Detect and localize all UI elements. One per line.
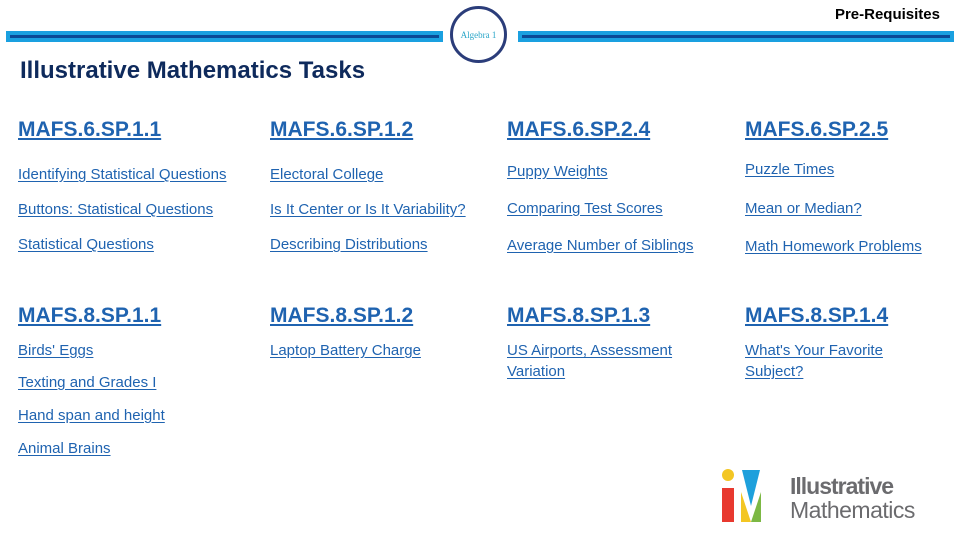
- course-badge-label: Algebra 1: [460, 29, 497, 40]
- task-link[interactable]: What's Your Favorite Subject?: [745, 340, 915, 382]
- standard-link[interactable]: MAFS.8.SP.1.4: [745, 304, 915, 328]
- standard-link[interactable]: MAFS.6.SP.2.5: [745, 118, 922, 142]
- illustrative-mathematics-logo: Illustrative Mathematics: [716, 468, 946, 528]
- task-link[interactable]: Describing Distributions: [270, 234, 466, 255]
- im-logo-mark-icon: [722, 469, 761, 522]
- standard-column: MAFS.8.SP.1.4 What's Your Favorite Subje…: [745, 304, 915, 382]
- standard-link[interactable]: MAFS.8.SP.1.2: [270, 304, 421, 328]
- header-divider-right: [518, 31, 954, 42]
- task-link[interactable]: Is It Center or Is It Variability?: [270, 199, 466, 220]
- task-link[interactable]: Comparing Test Scores: [507, 198, 694, 219]
- standard-column: MAFS.6.SP.1.1 Identifying Statistical Qu…: [18, 118, 226, 255]
- standard-column: MAFS.8.SP.1.2 Laptop Battery Charge: [270, 304, 421, 361]
- standard-link[interactable]: MAFS.6.SP.2.4: [507, 118, 694, 142]
- standard-link[interactable]: MAFS.8.SP.1.3: [507, 304, 717, 328]
- task-link[interactable]: Statistical Questions: [18, 234, 226, 255]
- standard-column: MAFS.8.SP.1.1 Birds' Eggs Texting and Gr…: [18, 304, 165, 459]
- task-link[interactable]: US Airports, Assessment Variation: [507, 340, 717, 382]
- standard-column: MAFS.6.SP.2.5 Puzzle Times Mean or Media…: [745, 118, 922, 257]
- prerequisites-label: Pre-Requisites: [834, 6, 940, 23]
- standard-column: MAFS.6.SP.2.4 Puppy Weights Comparing Te…: [507, 118, 694, 256]
- task-link[interactable]: Buttons: Statistical Questions: [18, 199, 226, 220]
- task-link[interactable]: Average Number of Siblings: [507, 235, 694, 256]
- logo-text-line2: Mathematics: [790, 497, 915, 523]
- task-link[interactable]: Puzzle Times: [745, 159, 922, 180]
- task-link[interactable]: Electoral College: [270, 164, 466, 185]
- task-link[interactable]: Animal Brains: [18, 438, 165, 459]
- standard-column: MAFS.8.SP.1.3 US Airports, Assessment Va…: [507, 304, 717, 382]
- course-badge: Algebra 1: [450, 6, 507, 63]
- task-link[interactable]: Texting and Grades I: [18, 372, 165, 393]
- standard-column: MAFS.6.SP.1.2 Electoral College Is It Ce…: [270, 118, 466, 255]
- task-link[interactable]: Birds' Eggs: [18, 340, 165, 361]
- standard-link[interactable]: MAFS.8.SP.1.1: [18, 304, 165, 328]
- page-title: Illustrative Mathematics Tasks: [20, 57, 366, 84]
- header-divider-left: [6, 31, 443, 42]
- task-link[interactable]: Math Homework Problems: [745, 236, 922, 257]
- logo-text-line1: Illustrative: [790, 473, 894, 499]
- task-link[interactable]: Hand span and height: [18, 405, 165, 426]
- task-link[interactable]: Puppy Weights: [507, 161, 694, 182]
- task-link[interactable]: Identifying Statistical Questions: [18, 164, 226, 185]
- task-link[interactable]: Laptop Battery Charge: [270, 340, 421, 361]
- task-link[interactable]: Mean or Median?: [745, 198, 922, 219]
- standard-link[interactable]: MAFS.6.SP.1.1: [18, 118, 226, 142]
- standard-link[interactable]: MAFS.6.SP.1.2: [270, 118, 466, 142]
